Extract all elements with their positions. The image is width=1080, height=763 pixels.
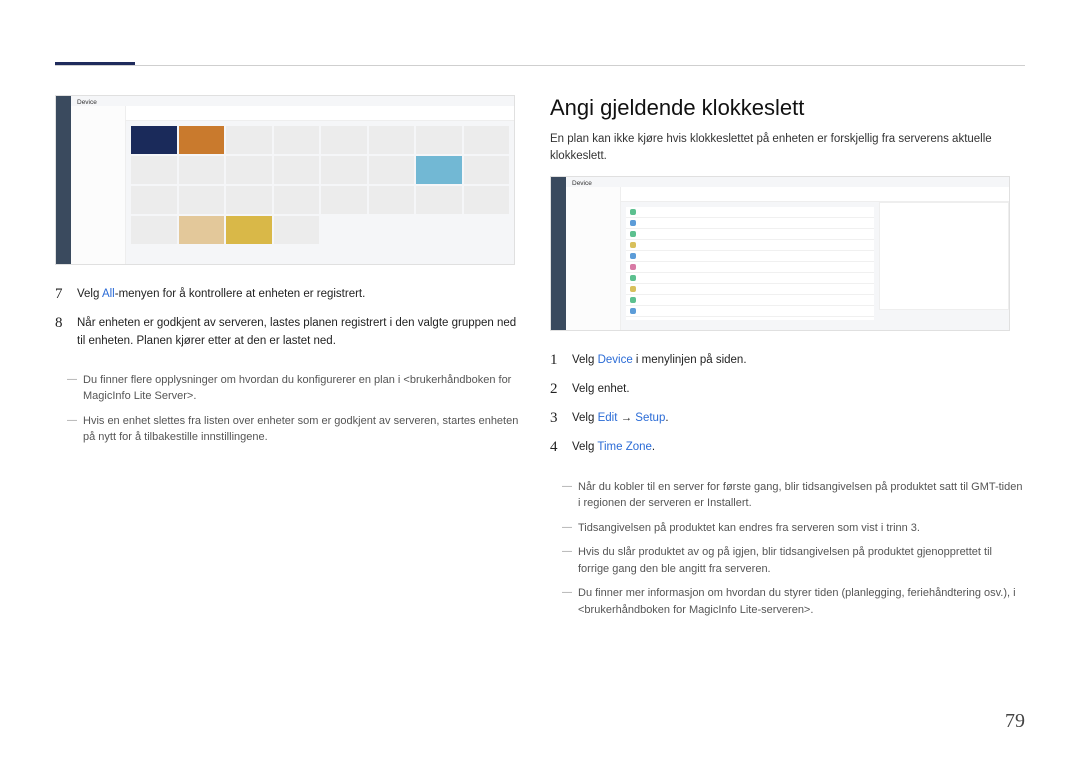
left-notes: Du finner flere opplysninger om hvordan … [55, 368, 520, 450]
screenshot-iconrail [551, 177, 566, 330]
header-rule [55, 65, 1025, 66]
screenshot-title: Device [77, 99, 97, 106]
screenshot-panel [879, 202, 1009, 310]
step-number: 4 [550, 439, 572, 456]
step-2: 2 Velg enhet. [550, 375, 1025, 404]
screenshot-body: Device [71, 96, 514, 264]
step-number: 2 [550, 381, 572, 398]
note-item: Du finner flere opplysninger om hvordan … [55, 368, 520, 409]
screenshot-grid [131, 126, 509, 254]
note-text: Hvis du slår produktet av og på igjen, b… [578, 544, 1025, 577]
note-text: Du finner mer informasjon om hvordan du … [578, 585, 1025, 618]
step-3: 3 Velg Edit → Setup. [550, 404, 1025, 433]
screenshot-sidebar [71, 106, 126, 264]
screenshot-body: Device [566, 177, 1009, 330]
step-8: 8 Når enheten er godkjent av serveren, l… [55, 309, 520, 356]
arrow-icon: → [617, 412, 635, 424]
link-timezone: Time Zone [597, 441, 652, 453]
link-all: All [102, 288, 115, 300]
note-text: Du finner flere opplysninger om hvordan … [83, 372, 520, 405]
step-number: 8 [55, 315, 77, 332]
screenshot-title: Device [572, 180, 592, 187]
step-1: 1 Velg Device i menylinjen på siden. [550, 346, 1025, 375]
step-text: Velg Device i menylinjen på siden. [572, 352, 747, 369]
right-notes: Når du kobler til en server for første g… [550, 475, 1025, 623]
screenshot-topbar [566, 187, 1009, 202]
note-text: Hvis en enhet slettes fra listen over en… [83, 413, 520, 446]
link-edit: Edit [598, 412, 618, 424]
text-fragment: . [652, 441, 655, 453]
screenshot-topbar [71, 106, 514, 121]
step-number: 7 [55, 286, 77, 303]
text-fragment: Velg [572, 441, 597, 453]
section-heading: Angi gjeldende klokkeslett [550, 95, 1025, 121]
note-text: Tidsangivelsen på produktet kan endres f… [578, 520, 1025, 537]
screenshot-sidebar [566, 187, 621, 330]
left-column: Device 7 Velg All-menyen for å kontrolle… [55, 95, 520, 450]
text-fragment: -menyen for å kontrollere at enheten er … [115, 288, 366, 300]
step-4: 4 Velg Time Zone. [550, 433, 1025, 462]
page-number: 79 [1005, 710, 1025, 733]
right-steps: 1 Velg Device i menylinjen på siden. 2 V… [550, 346, 1025, 463]
note-item: Hvis du slår produktet av og på igjen, b… [550, 540, 1025, 581]
step-number: 1 [550, 352, 572, 369]
step-7: 7 Velg All-menyen for å kontrollere at e… [55, 280, 520, 309]
note-item: Hvis en enhet slettes fra listen over en… [55, 409, 520, 450]
step-text: Velg Time Zone. [572, 439, 655, 456]
text-fragment: . [665, 412, 668, 424]
step-text: Velg enhet. [572, 381, 630, 398]
screenshot-device-grid: Device [55, 95, 515, 265]
right-column: Angi gjeldende klokkeslett En plan kan i… [550, 95, 1025, 622]
step-number: 3 [550, 410, 572, 427]
text-fragment: Velg [77, 288, 102, 300]
link-setup: Setup [635, 412, 665, 424]
note-item: Du finner mer informasjon om hvordan du … [550, 581, 1025, 622]
note-item: Tidsangivelsen på produktet kan endres f… [550, 516, 1025, 541]
screenshot-table [626, 207, 874, 320]
text-fragment: Velg [572, 412, 598, 424]
text-fragment: Velg [572, 354, 598, 366]
step-text: Velg Edit → Setup. [572, 410, 669, 427]
link-device: Device [598, 354, 633, 366]
text-fragment: i menylinjen på siden. [633, 354, 747, 366]
step-text: Når enheten er godkjent av serveren, las… [77, 315, 520, 350]
screenshot-device-setup: Device [550, 176, 1010, 331]
section-intro: En plan kan ikke kjøre hvis klokkeslette… [550, 131, 1025, 166]
left-steps: 7 Velg All-menyen for å kontrollere at e… [55, 280, 520, 356]
note-item: Når du kobler til en server for første g… [550, 475, 1025, 516]
step-text: Velg All-menyen for å kontrollere at enh… [77, 286, 365, 303]
screenshot-iconrail [56, 96, 71, 264]
note-text: Når du kobler til en server for første g… [578, 479, 1025, 512]
